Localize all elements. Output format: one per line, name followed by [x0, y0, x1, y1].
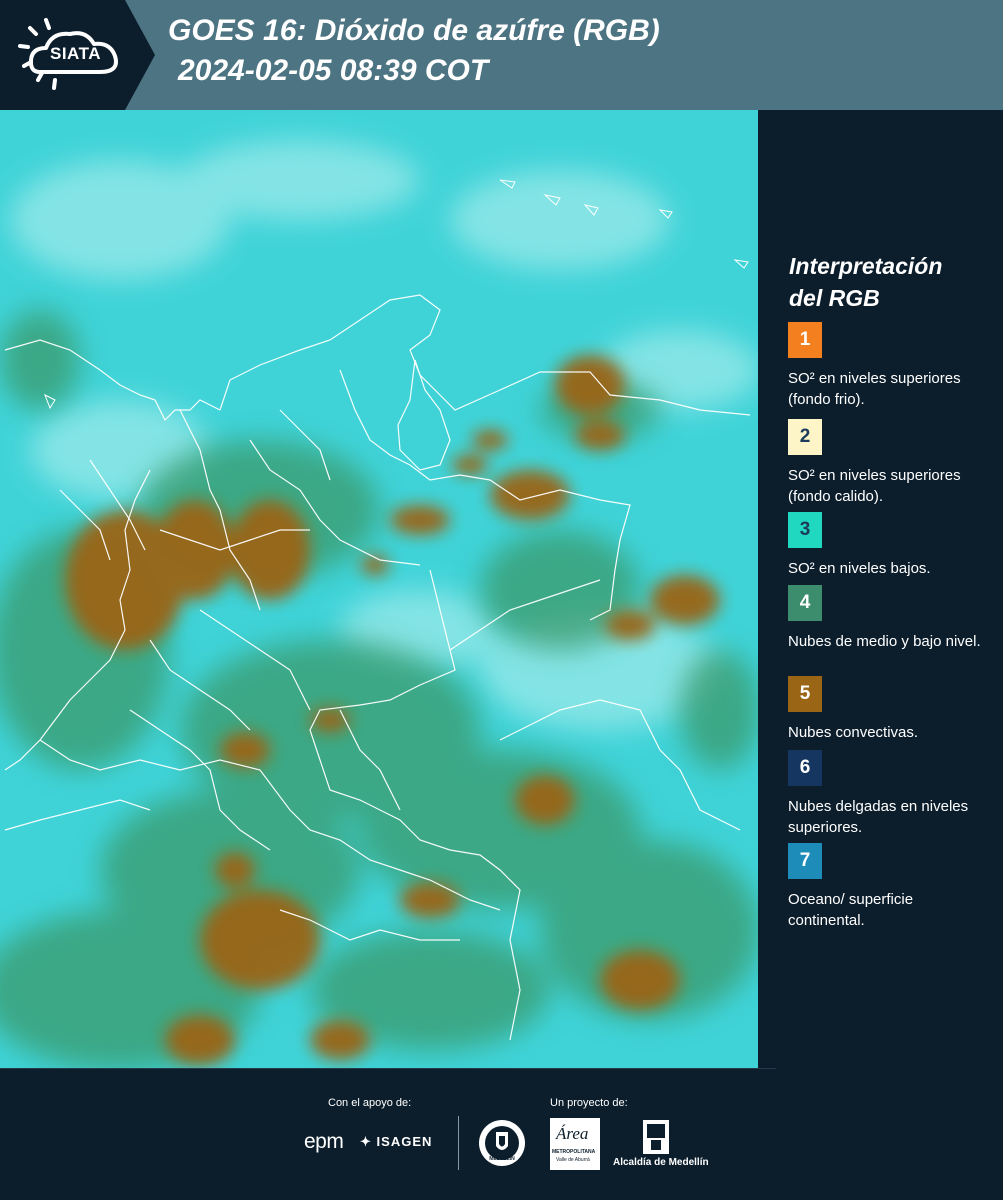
satellite-map: [0, 110, 758, 1068]
isagen-icon: ✦: [360, 1134, 372, 1149]
legend-label: SO² en niveles bajos.: [788, 560, 931, 577]
legend-swatch: 2: [788, 419, 822, 455]
isagen-text: ISAGEN: [376, 1134, 433, 1149]
legend-item-5: 5 Nubes convectivas.: [788, 676, 988, 743]
legend-item-4: 4 Nubes de medio y bajo nivel.: [788, 585, 988, 652]
legend-label: Oceano/ superficie continental.: [788, 891, 914, 929]
legend-item-7: 7 Oceano/ superficie continental.: [788, 843, 988, 931]
legend-label: SO² en niveles superiores (fondo calido)…: [788, 467, 961, 505]
legend-item-2: 2 SO² en niveles superiores (fondo calid…: [788, 419, 988, 507]
legend-swatch: 4: [788, 585, 822, 621]
legend-panel: Interpretación del RGB 1 SO² en niveles …: [760, 110, 1003, 1068]
timestamp: 2024-02-05 08:39 COT: [178, 54, 489, 87]
legend-item-6: 6 Nubes delgadas en niveles superiores.: [788, 750, 988, 838]
legend-title-line1: Interpretación: [789, 253, 943, 279]
project-label: Un proyecto de:: [550, 1097, 628, 1109]
legend-swatch: 7: [788, 843, 822, 879]
area-metropolitana-logo: Área METROPOLITANA Valle de Aburrá: [550, 1118, 600, 1170]
legend-swatch: 5: [788, 676, 822, 712]
area-logo-sub: METROPOLITANA: [552, 1149, 596, 1155]
logo-text: SIATA: [50, 44, 101, 63]
legend-swatch: 3: [788, 512, 822, 548]
alcaldia-shield-icon: [641, 1118, 671, 1156]
legend-label: SO² en niveles superiores (fondo frio).: [788, 370, 961, 408]
epm-logo: epm: [304, 1130, 344, 1153]
footer-separator: [458, 1116, 459, 1170]
header: SIATA GOES 16: Dióxido de azúfre (RGB) 2…: [0, 0, 1003, 110]
legend-title: Interpretación del RGB: [789, 250, 989, 314]
legend-item-3: 3 SO² en niveles bajos.: [788, 512, 988, 579]
alcaldia-text: Alcaldía de Medellín: [613, 1157, 709, 1168]
medellin-seal-icon: MEDELLÍN: [477, 1118, 527, 1168]
legend-label: Nubes delgadas en niveles superiores.: [788, 798, 969, 836]
legend-item-1: 1 SO² en niveles superiores (fondo frio)…: [788, 322, 988, 410]
siata-logo: SIATA: [0, 0, 155, 110]
page-title: GOES 16: Dióxido de azúfre (RGB): [168, 14, 660, 47]
medellin-seal-text: MEDELLÍN: [489, 1156, 515, 1162]
area-logo-sub2: Valle de Aburrá: [556, 1157, 590, 1163]
legend-label: Nubes convectivas.: [788, 724, 919, 741]
isagen-logo: ✦ ISAGEN: [360, 1134, 432, 1150]
footer-divider: [0, 1068, 776, 1069]
footer: Con el apoyo de: Un proyecto de: epm ✦ I…: [0, 1068, 1003, 1200]
legend-swatch: 1: [788, 322, 822, 358]
area-logo-text: Área: [556, 1124, 589, 1143]
legend-label: Nubes de medio y bajo nivel.: [788, 633, 981, 650]
legend-swatch: 6: [788, 750, 822, 786]
legend-title-line2: del RGB: [789, 285, 880, 311]
support-label: Con el apoyo de:: [328, 1097, 412, 1109]
